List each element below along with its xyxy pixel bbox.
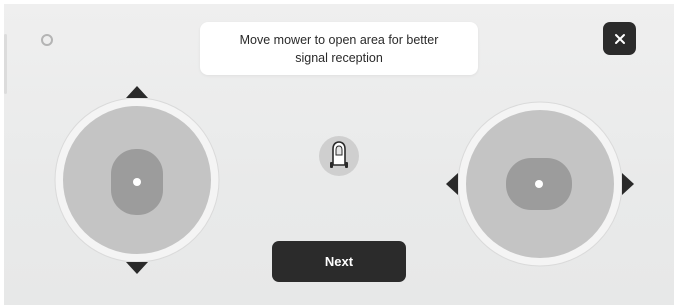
edge-handle xyxy=(4,34,7,94)
joystick-left-arrow-icon[interactable] xyxy=(446,173,458,195)
joystick-up-arrow-icon[interactable] xyxy=(126,86,148,98)
joystick-right-arrow-icon[interactable] xyxy=(622,173,634,195)
signal-hint-toast: Move mower to open area for better signa… xyxy=(200,22,478,75)
mower-avatar xyxy=(319,136,359,176)
left-joystick[interactable] xyxy=(52,82,222,278)
close-icon xyxy=(614,33,625,44)
robot-mower-icon xyxy=(330,141,348,168)
next-button-label: Next xyxy=(324,254,354,269)
joystick-down-arrow-icon[interactable] xyxy=(126,262,148,274)
joystick-center-dot xyxy=(535,180,543,188)
close-button[interactable] xyxy=(603,22,636,55)
toast-message: Move mower to open area for better signa… xyxy=(239,32,439,65)
next-button[interactable]: Next xyxy=(272,241,406,282)
status-indicator-icon xyxy=(41,34,53,46)
right-joystick[interactable] xyxy=(442,99,638,269)
mower-control-screen: Move mower to open area for better signa… xyxy=(4,4,674,305)
joystick-center-dot xyxy=(133,178,141,186)
